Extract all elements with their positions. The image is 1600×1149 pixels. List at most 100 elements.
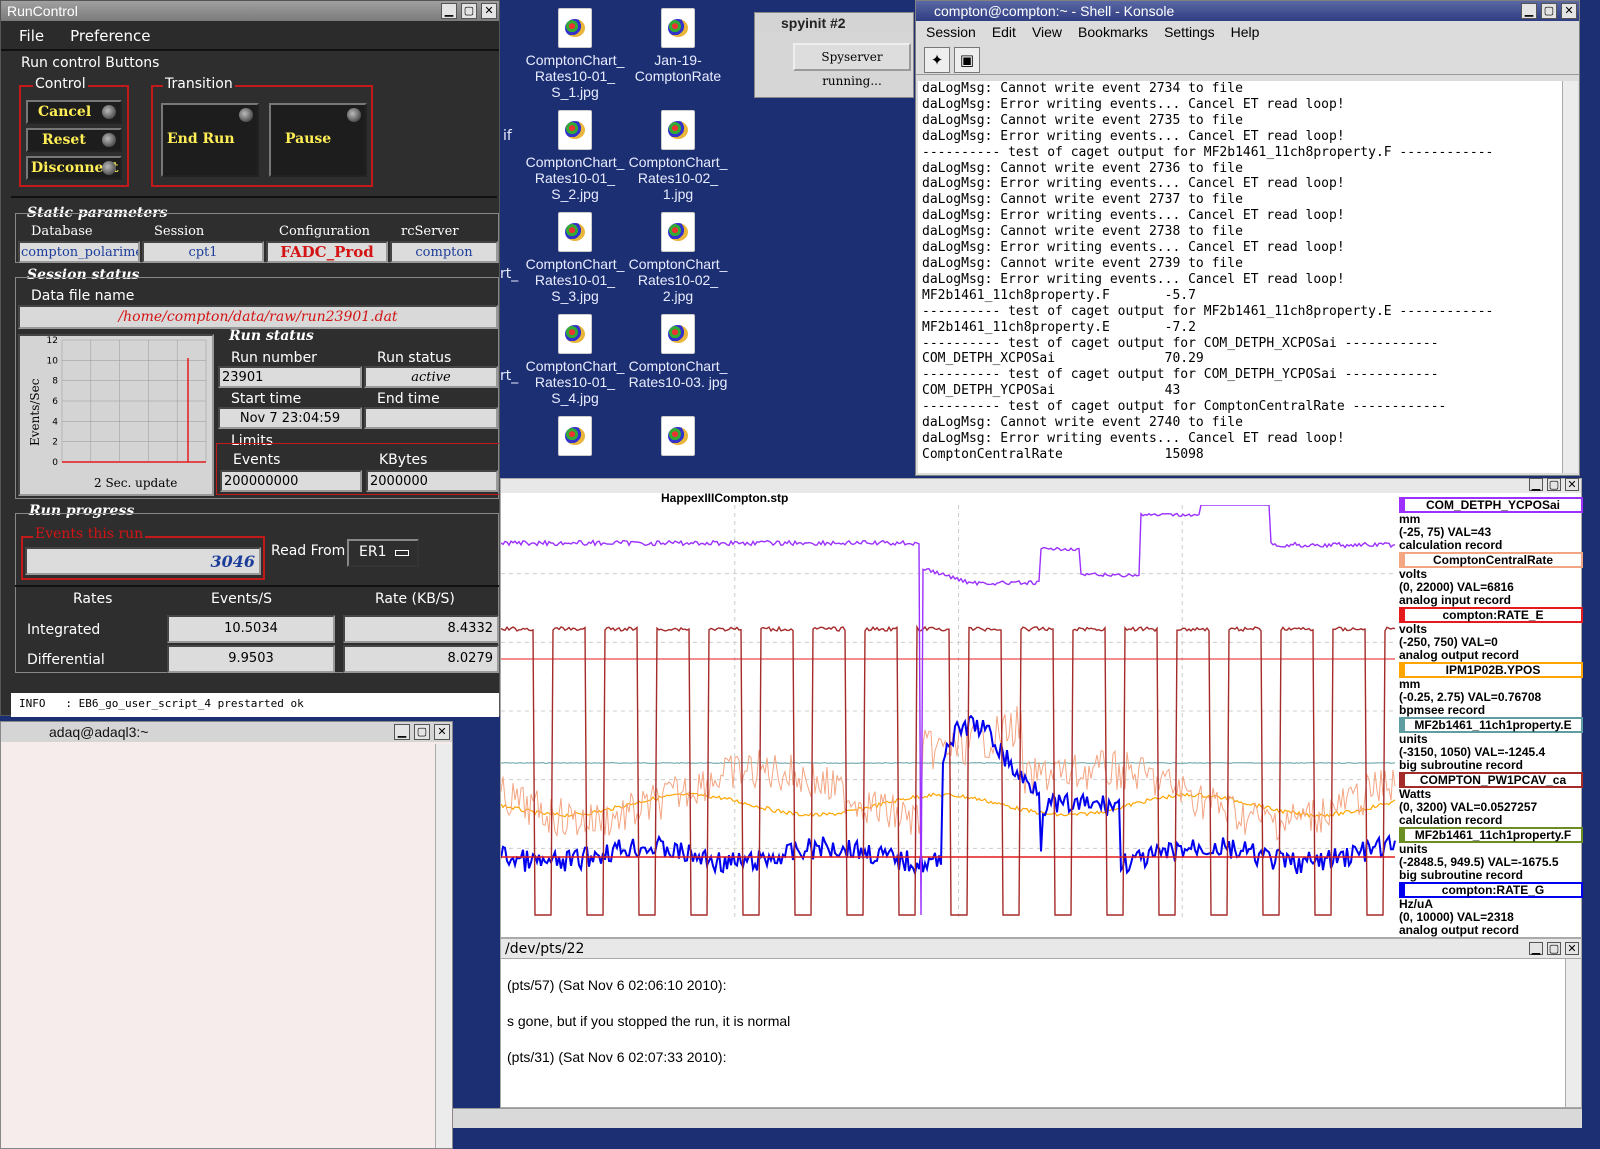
scrollbar[interactable]	[1562, 81, 1578, 473]
pause-button[interactable]: Pause	[269, 103, 367, 177]
disconnect-button[interactable]: Disconnect	[26, 156, 122, 180]
window-title: adaq@adaql3:~	[49, 724, 149, 740]
desktop-file-icon[interactable]: ComptonChart_ Rates10-01_ S_2.jpg	[523, 110, 627, 202]
field-label: Configuration	[279, 224, 371, 239]
legend-item[interactable]: IPM1P02B.YPOS mm (-0.25, 2.75) VAL=0.76708…	[1399, 662, 1583, 717]
window-title: /dev/pts/22	[505, 941, 585, 957]
image-file-icon	[661, 416, 695, 456]
menu-file[interactable]: File	[19, 27, 44, 45]
field-label: Run number	[231, 350, 317, 366]
y-tick-label: 0	[52, 458, 58, 468]
legend-item[interactable]: compton:RATE_G Hz/uA (0, 10000) VAL=2318 an…	[1399, 882, 1583, 937]
terminal-output[interactable]: daLogMsg: Cannot write event 2734 to fil…	[918, 81, 1562, 473]
field-label: Events this run	[33, 526, 146, 542]
spyserver-button[interactable]: Spyserver running...	[793, 43, 911, 88]
series-line	[501, 706, 1396, 841]
row-label: Differential	[27, 652, 105, 668]
menu-session[interactable]: Session	[926, 24, 976, 42]
legend-item[interactable]: MF2b1461_11ch1property.F units (-2848.5, 9…	[1399, 827, 1583, 882]
reset-button[interactable]: Reset	[26, 128, 122, 152]
end-time-field	[364, 407, 498, 429]
minimize-icon[interactable]: ▁	[394, 724, 410, 740]
menu-preference[interactable]: Preference	[70, 27, 150, 45]
terminal-line: daLogMsg: Cannot write event 2740 to fil…	[922, 415, 1243, 431]
divider	[15, 585, 499, 587]
events-limit-field[interactable]: 200000000	[220, 470, 362, 492]
legend-rec: analog output record	[1399, 648, 1519, 662]
window-titlebar[interactable]: compton@compton:~ - Shell - Konsole ▁ ▢ …	[916, 1, 1579, 21]
window-titlebar[interactable]: /dev/pts/22 ▁ ▢ ✕	[501, 939, 1581, 959]
new-session-icon[interactable]: ✦	[924, 47, 950, 73]
window-titlebar[interactable]: RunControl ▁ ▢ ✕	[1, 1, 499, 21]
desktop-file-icon[interactable]: ComptonChart_ Rates10-01_ S_1.jpg	[523, 8, 627, 100]
legend-rec: calculation record	[1399, 538, 1503, 552]
terminal-icon[interactable]: ▣	[954, 47, 980, 73]
section-title: Run status	[229, 328, 314, 344]
scrollbar[interactable]	[435, 744, 451, 1148]
terminal-line: daLogMsg: Error writing events... Cancel…	[922, 96, 1345, 112]
column-header: Events/S	[211, 591, 273, 607]
menu-settings[interactable]: Settings	[1164, 24, 1215, 42]
horizontal-scrollbar[interactable]	[453, 1108, 1582, 1128]
maximize-icon[interactable]: ▢	[414, 724, 430, 740]
desktop-file-icon[interactable]: ComptonChart_ Rates10-01_ S_3.jpg	[523, 212, 627, 304]
rcserver-field: compton	[390, 241, 498, 263]
dropdown-icon	[395, 550, 409, 556]
desktop-file-icon[interactable]: Jan-19- ComptonRate	[626, 8, 730, 84]
maximize-icon[interactable]: ▢	[1547, 478, 1561, 491]
series-line	[501, 792, 1396, 818]
spyinit-window: spyinit #2 Spyserver running...	[754, 12, 914, 98]
maximize-icon[interactable]: ▢	[461, 3, 477, 19]
menu-edit[interactable]: Edit	[992, 24, 1016, 42]
terminal-line: daLogMsg: Cannot write event 2739 to fil…	[922, 255, 1243, 271]
legend-rec: big subroutine record	[1399, 868, 1524, 882]
maximize-icon[interactable]: ▢	[1541, 3, 1557, 19]
chart-title: HappexIIICompton.stp	[661, 491, 789, 505]
desktop-file-icon[interactable]: ComptonChart_ Rates10-02_ 1.jpg	[626, 110, 730, 202]
close-icon[interactable]: ✕	[434, 724, 450, 740]
legend-item[interactable]: COM_DETPH_YCPOSai mm (-25, 75) VAL=43 calcu…	[1399, 497, 1583, 552]
field-label: rcServer	[401, 224, 459, 239]
close-icon[interactable]: ✕	[1561, 3, 1577, 19]
maximize-icon[interactable]: ▢	[1547, 942, 1561, 955]
terminal-line: ---------- test of caget output for MF2b…	[922, 303, 1494, 319]
close-icon[interactable]: ✕	[1565, 478, 1579, 491]
minimize-icon[interactable]: ▁	[1529, 942, 1543, 955]
field-label: Session	[154, 224, 205, 239]
terminal-line: daLogMsg: Error writing events... Cancel…	[922, 176, 1345, 192]
events-rate-minichart: 12 10 8 6 4 2 0 Events/Sec 2 Sec. update	[18, 334, 214, 496]
desktop-file-icon[interactable]	[626, 416, 730, 476]
terminal-line: daLogMsg: Error writing events... Cancel…	[922, 128, 1345, 144]
menu-bookmarks[interactable]: Bookmarks	[1078, 24, 1148, 42]
minimize-icon[interactable]: ▁	[1529, 478, 1543, 491]
configuration-field: FADC_Prod	[266, 241, 388, 263]
desktop-file-icon[interactable]: ComptonChart_ Rates10-03. jpg	[626, 314, 730, 390]
desktop-file-icon[interactable]	[523, 416, 627, 476]
menu-view[interactable]: View	[1032, 24, 1062, 42]
close-icon[interactable]: ✕	[481, 3, 497, 19]
window-titlebar[interactable]: spyinit #2	[755, 13, 913, 33]
kbytes-limit-field[interactable]: 2000000	[366, 470, 498, 492]
read-from-select[interactable]: ER1	[347, 539, 419, 567]
terminal-line: ComptonCentralRate 15098	[922, 446, 1204, 462]
minimize-icon[interactable]: ▁	[441, 3, 457, 19]
events-this-run-field: 3046	[25, 547, 261, 575]
legend-item[interactable]: ComptonCentralRate volts (0, 22000) VAL=68…	[1399, 552, 1583, 607]
desktop-file-icon[interactable]: ComptonChart_ Rates10-02_ 2.jpg	[626, 212, 730, 304]
legend-item[interactable]: MF2b1461_11ch1property.E units (-3150, 105…	[1399, 717, 1583, 772]
legend-item[interactable]: COMPTON_PW1PCAV_ca Watts (0, 3200) VAL=0.0…	[1399, 772, 1583, 827]
message-line: s gone, but if you stopped the run, it i…	[507, 1013, 791, 1029]
image-file-icon	[661, 314, 695, 354]
desktop-file-icon[interactable]: ComptonChart_ Rates10-01_ S_4.jpg	[523, 314, 627, 406]
runcontrol-menubar: File Preference	[1, 21, 499, 51]
menu-help[interactable]: Help	[1231, 24, 1260, 42]
end-run-button[interactable]: End Run	[161, 103, 259, 177]
column-header: Rates	[73, 591, 113, 607]
close-icon[interactable]: ✕	[1565, 942, 1579, 955]
scrollbar[interactable]	[1565, 959, 1581, 1107]
legend-item[interactable]: compton:RATE_E volts (-250, 750) VAL=0 anal…	[1399, 607, 1583, 662]
field-label: Run status	[377, 350, 452, 366]
cancel-button[interactable]: Cancel	[26, 100, 122, 124]
minimize-icon[interactable]: ▁	[1521, 3, 1537, 19]
window-titlebar[interactable]: adaq@adaql3:~ ▁ ▢ ✕	[1, 722, 452, 742]
